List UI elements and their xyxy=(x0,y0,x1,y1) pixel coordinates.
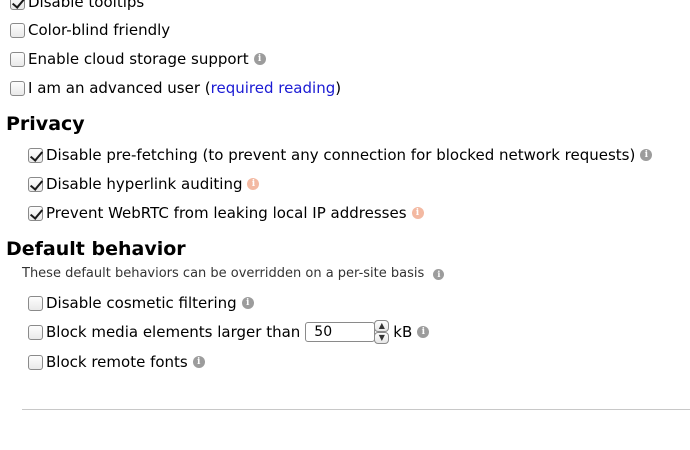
default-behavior-note-text: These default behaviors can be overridde… xyxy=(22,266,425,281)
advanced-user-row[interactable]: I am an advanced user ( required reading… xyxy=(10,76,341,100)
disable-tooltips-checkbox[interactable] xyxy=(10,0,25,10)
hyperlink-auditing-checkbox[interactable] xyxy=(28,176,43,192)
cosmetic-filtering-row[interactable]: Disable cosmetic filtering i xyxy=(28,291,254,315)
cosmetic-filtering-label: Disable cosmetic filtering xyxy=(46,294,237,312)
warning-info-icon[interactable]: i xyxy=(411,207,424,219)
settings-page: Disable tooltips Color-blind friendly En… xyxy=(0,0,690,450)
warning-info-icon[interactable]: i xyxy=(247,178,260,190)
media-size-spinner[interactable]: ▲ ▼ xyxy=(374,320,390,344)
spin-down-icon[interactable]: ▼ xyxy=(374,332,390,344)
default-behavior-heading: Default behavior xyxy=(6,238,186,260)
info-icon[interactable]: i xyxy=(192,356,205,368)
prefetching-label: Disable pre-fetching (to prevent any con… xyxy=(46,146,636,164)
media-size-unit: kB xyxy=(393,323,413,341)
advanced-user-checkbox[interactable] xyxy=(10,80,25,96)
info-icon[interactable]: i xyxy=(417,326,430,338)
info-icon[interactable]: i xyxy=(241,297,254,309)
cloud-storage-label: Enable cloud storage support xyxy=(28,50,249,68)
default-behavior-note: These default behaviors can be overridde… xyxy=(22,266,445,281)
info-icon[interactable]: i xyxy=(433,269,445,280)
color-blind-checkbox[interactable] xyxy=(10,22,25,38)
remote-fonts-label: Block remote fonts xyxy=(46,353,188,371)
hyperlink-auditing-label: Disable hyperlink auditing xyxy=(46,175,243,193)
color-blind-row[interactable]: Color-blind friendly xyxy=(10,18,170,42)
cosmetic-filtering-checkbox[interactable] xyxy=(28,295,43,311)
webrtc-checkbox[interactable] xyxy=(28,205,43,221)
section-divider xyxy=(22,409,690,410)
webrtc-row[interactable]: Prevent WebRTC from leaking local IP add… xyxy=(28,201,424,225)
remote-fonts-checkbox[interactable] xyxy=(28,354,43,370)
color-blind-label: Color-blind friendly xyxy=(28,21,171,39)
media-elements-checkbox[interactable] xyxy=(28,324,43,340)
info-icon[interactable]: i xyxy=(253,53,266,65)
webrtc-label: Prevent WebRTC from leaking local IP add… xyxy=(46,204,407,222)
privacy-heading: Privacy xyxy=(6,113,85,135)
media-size-input[interactable] xyxy=(305,322,376,342)
advanced-user-label-suffix: ) xyxy=(335,79,342,97)
prefetching-row[interactable]: Disable pre-fetching (to prevent any con… xyxy=(28,143,653,167)
disable-tooltips-row[interactable]: Disable tooltips xyxy=(10,0,144,14)
cloud-storage-checkbox[interactable] xyxy=(10,51,25,67)
disable-tooltips-label: Disable tooltips xyxy=(28,0,145,11)
media-elements-row[interactable]: Block media elements larger than ▲ ▼ kB … xyxy=(28,320,430,344)
spin-up-icon[interactable]: ▲ xyxy=(374,320,390,332)
prefetching-checkbox[interactable] xyxy=(28,147,43,163)
info-icon[interactable]: i xyxy=(640,149,653,161)
remote-fonts-row[interactable]: Block remote fonts i xyxy=(28,350,205,374)
cloud-storage-row[interactable]: Enable cloud storage support i xyxy=(10,47,266,71)
required-reading-link[interactable]: required reading xyxy=(211,79,336,97)
advanced-user-label-prefix: I am an advanced user ( xyxy=(28,79,211,97)
media-size-stepper[interactable]: ▲ ▼ xyxy=(305,320,390,344)
hyperlink-auditing-row[interactable]: Disable hyperlink auditing i xyxy=(28,172,260,196)
media-elements-label: Block media elements larger than xyxy=(46,323,301,341)
